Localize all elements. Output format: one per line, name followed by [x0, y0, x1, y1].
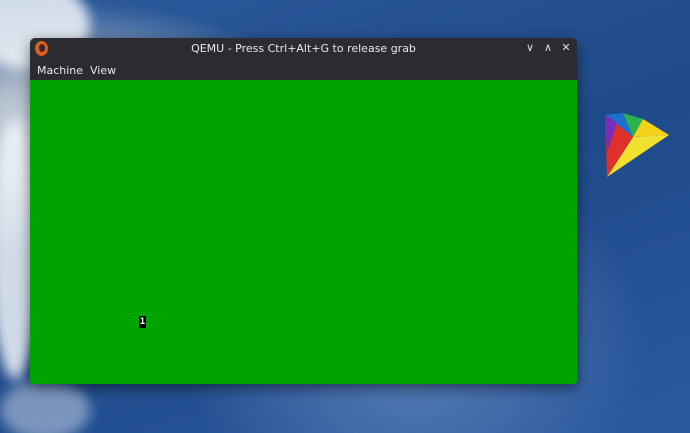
window-title: QEMU - Press Ctrl+Alt+G to release grab: [191, 42, 416, 55]
cloud: [0, 380, 90, 433]
qemu-window: QEMU - Press Ctrl+Alt+G to release grab …: [30, 38, 577, 384]
text-cursor: 1: [139, 316, 146, 328]
guest-display[interactable]: 1: [30, 80, 577, 384]
close-button[interactable]: ✕: [559, 41, 573, 55]
title-bar[interactable]: QEMU - Press Ctrl+Alt+G to release grab …: [30, 38, 577, 60]
maximize-button[interactable]: ∧: [541, 41, 555, 55]
menu-bar: Machine View: [30, 60, 577, 80]
minimize-button[interactable]: ∨: [523, 41, 537, 55]
kite-icon: [605, 113, 669, 177]
menu-view[interactable]: View: [90, 64, 116, 77]
menu-machine[interactable]: Machine: [37, 64, 83, 77]
